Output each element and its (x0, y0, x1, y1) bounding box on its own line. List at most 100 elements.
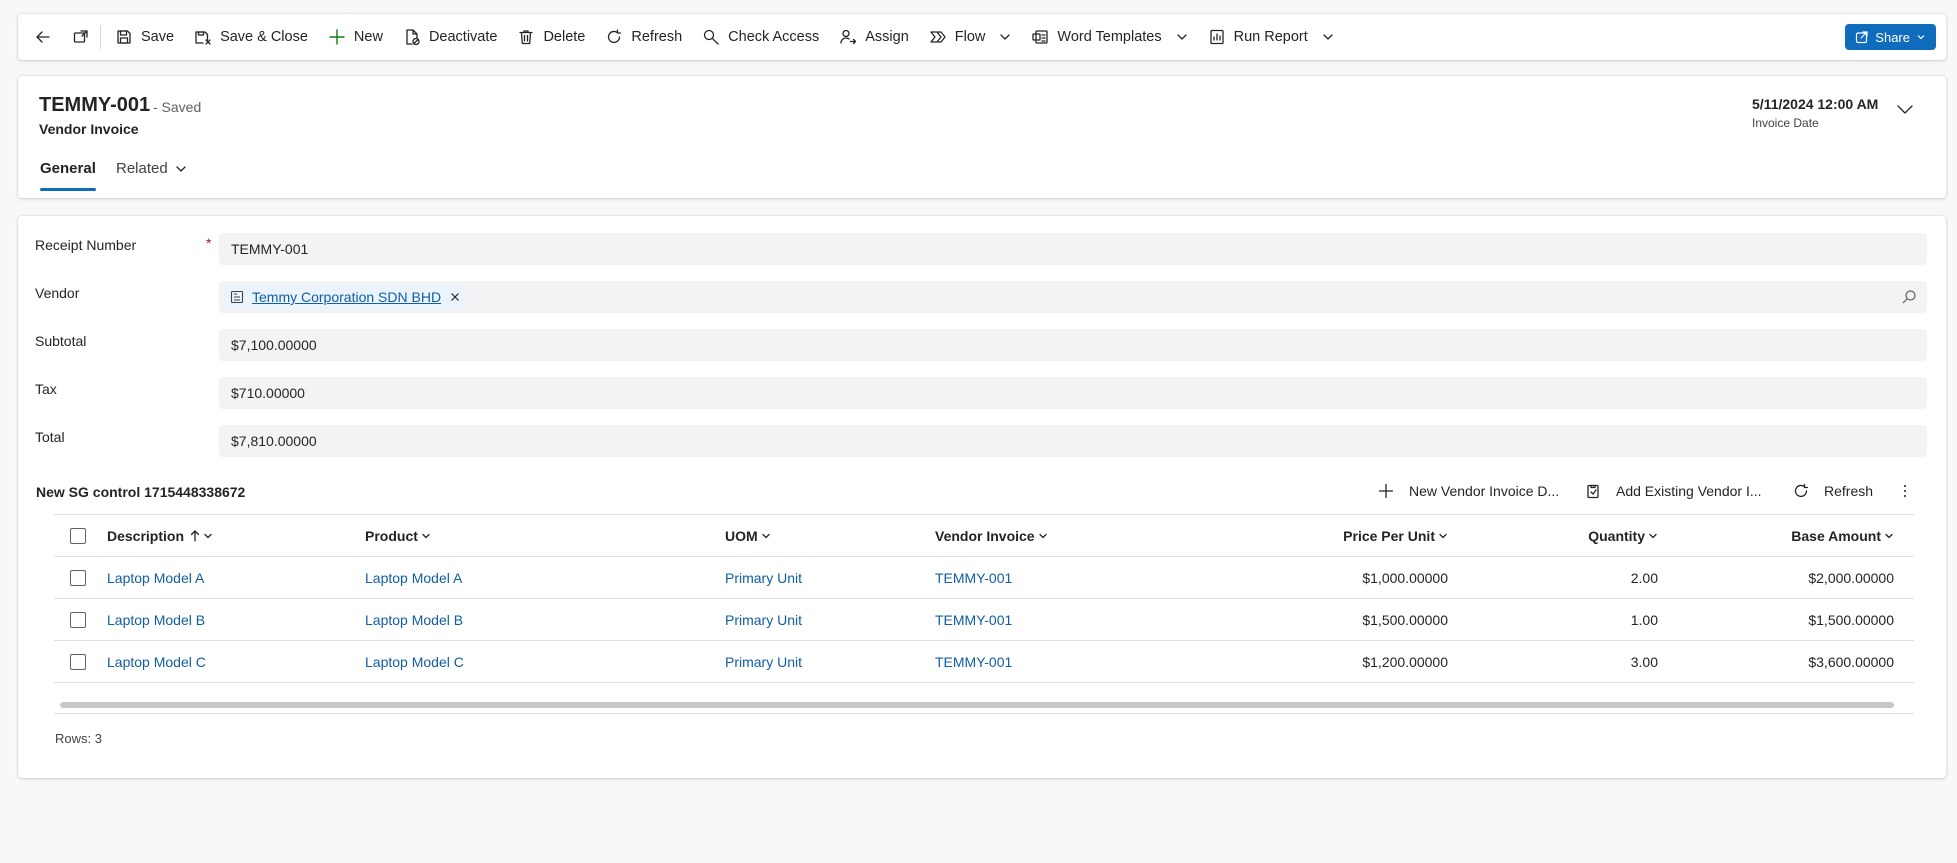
cell-description: Laptop Model A (107, 557, 204, 598)
subgrid-refresh-button[interactable]: Refresh (1793, 474, 1873, 508)
share-icon (1856, 31, 1868, 44)
chevron-down-icon (1439, 533, 1447, 538)
cell-price: $1,200.00000 (1362, 653, 1448, 670)
search-icon[interactable] (1901, 289, 1917, 305)
product-link[interactable]: Laptop Model A (365, 570, 462, 586)
table-row[interactable]: Laptop Model C Laptop Model C Primary Un… (54, 641, 1914, 683)
run-report-button[interactable]: Run Report (1198, 14, 1344, 60)
column-header-price-per-unit[interactable]: Price Per Unit (1204, 515, 1448, 556)
cell-quantity: 3.00 (1630, 653, 1658, 670)
cell-price: $1,000.00000 (1362, 569, 1448, 586)
new-label: New (353, 29, 383, 45)
delete-button[interactable]: Delete (507, 14, 595, 60)
header-expand-chevron-icon[interactable] (1894, 98, 1916, 120)
save-label: Save (141, 29, 175, 45)
flow-button[interactable]: Flow (919, 14, 1022, 60)
chevron-down-icon (1038, 533, 1047, 538)
select-all-checkbox[interactable] (70, 527, 86, 544)
table-row[interactable]: Laptop Model A Laptop Model A Primary Un… (54, 557, 1914, 599)
new-button[interactable]: New (318, 14, 393, 60)
column-header-description[interactable]: Description (107, 515, 213, 556)
deactivate-button[interactable]: Deactivate (393, 14, 508, 60)
cell-vendor-invoice: TEMMY-001 (935, 557, 1012, 598)
entity-name: Vendor Invoice (39, 121, 139, 137)
vendor-invoice-link[interactable]: TEMMY-001 (935, 612, 1012, 628)
refresh-label: Refresh (631, 29, 683, 45)
invoice-date-value: 5/11/2024 12:00 AM (1752, 96, 1879, 112)
column-header-description-label: Description (107, 527, 185, 544)
add-existing-vendor-invoice-label: Add Existing Vendor I... (1616, 483, 1762, 499)
tab-related[interactable]: Related (116, 160, 187, 177)
horizontal-scrollbar[interactable] (60, 702, 1894, 708)
column-header-uom[interactable]: UOM (725, 515, 771, 556)
uom-link[interactable]: Primary Unit (725, 612, 802, 628)
refresh-icon (608, 29, 622, 44)
save-close-button[interactable]: Save & Close (184, 14, 318, 60)
row-checkbox[interactable] (70, 653, 86, 670)
uom-link[interactable]: Primary Unit (725, 654, 802, 670)
vendor-link[interactable]: Temmy Corporation SDN BHD (252, 289, 441, 305)
column-header-product[interactable]: Product (365, 515, 431, 556)
add-existing-vendor-invoice-button[interactable]: Add Existing Vendor I... (1585, 474, 1762, 508)
vendor-lookup-field[interactable]: Temmy Corporation SDN BHD (219, 281, 1927, 313)
tax-input[interactable]: $710.00000 (219, 377, 1927, 409)
open-in-new-window-icon (73, 30, 88, 43)
column-header-vendor-invoice[interactable]: Vendor Invoice (935, 515, 1048, 556)
remove-icon[interactable] (450, 292, 460, 302)
word-template-icon (1032, 30, 1049, 44)
cell-uom: Primary Unit (725, 557, 802, 598)
table-row[interactable]: Laptop Model B Laptop Model B Primary Un… (54, 599, 1914, 641)
row-checkbox-cell (70, 599, 86, 640)
vendor-invoice-link[interactable]: TEMMY-001 (935, 570, 1012, 586)
general-section: Receipt Number * TEMMY-001 Vendor Temmy … (18, 216, 1946, 778)
run-report-label: Run Report (1233, 29, 1308, 45)
cell-product: Laptop Model C (365, 641, 464, 682)
column-header-base-amount[interactable]: Base Amount (1694, 515, 1894, 556)
check-access-button[interactable]: Check Access (692, 14, 829, 60)
total-input[interactable]: $7,810.00000 (219, 425, 1927, 457)
command-bar: Save Save & Close New Deactivate Delete … (18, 14, 1946, 60)
assign-label: Assign (865, 29, 909, 45)
row-checkbox[interactable] (70, 569, 86, 586)
new-vendor-invoice-detail-button[interactable]: New Vendor Invoice D... (1378, 474, 1559, 508)
rows-count: Rows: 3 (55, 731, 102, 746)
vendor-row: Vendor Temmy Corporation SDN BHD (18, 281, 1946, 315)
cell-price: $1,500.00000 (1362, 611, 1448, 628)
open-new-window-button[interactable] (62, 14, 96, 60)
chevron-down-icon (1885, 533, 1893, 538)
product-link[interactable]: Laptop Model C (365, 654, 464, 670)
share-button[interactable]: Share (1845, 24, 1936, 50)
product-link[interactable]: Laptop Model B (365, 612, 463, 628)
back-arrow-icon (36, 31, 50, 43)
tab-general[interactable]: General (40, 160, 96, 177)
tax-row: Tax $710.00000 (18, 377, 1946, 411)
save-button[interactable]: Save (105, 14, 184, 60)
description-link[interactable]: Laptop Model C (107, 654, 206, 670)
vendor-invoice-link[interactable]: TEMMY-001 (935, 654, 1012, 670)
description-link[interactable]: Laptop Model A (107, 570, 204, 586)
check-access-label: Check Access (728, 29, 820, 45)
column-header-quantity[interactable]: Quantity (1504, 515, 1658, 556)
refresh-button[interactable]: Refresh (595, 14, 692, 60)
grid-header-row: Description Product UOM Vendor Invoice P… (54, 515, 1914, 557)
receipt-number-input[interactable]: TEMMY-001 (219, 233, 1927, 265)
assign-button[interactable]: Assign (829, 14, 919, 60)
word-templates-button[interactable]: Word Templates (1021, 14, 1197, 60)
grid-bottom-divider (54, 713, 1914, 714)
back-button[interactable] (18, 14, 62, 60)
row-checkbox[interactable] (70, 611, 86, 628)
refresh-icon (1794, 483, 1809, 498)
flow-label: Flow (954, 29, 986, 45)
tax-label: Tax (35, 381, 57, 397)
subtotal-input[interactable]: $7,100.00000 (219, 329, 1927, 361)
save-close-icon (195, 31, 211, 45)
share-label: Share (1875, 29, 1910, 45)
uom-link[interactable]: Primary Unit (725, 570, 802, 586)
more-commands-icon[interactable] (1896, 482, 1914, 500)
vendor-label: Vendor (35, 285, 80, 301)
deactivate-label: Deactivate (428, 29, 498, 45)
chevron-down-icon (1176, 34, 1187, 40)
description-link[interactable]: Laptop Model B (107, 612, 205, 628)
plus-icon (1378, 483, 1394, 499)
deactivate-document-icon (406, 29, 420, 46)
